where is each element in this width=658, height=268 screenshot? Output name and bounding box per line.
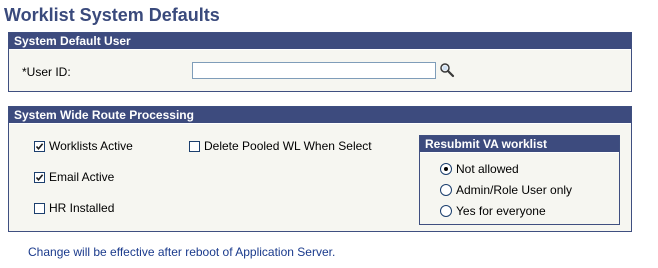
not-allowed-radio[interactable] — [440, 163, 452, 175]
page-title: Worklist System Defaults — [4, 5, 220, 25]
admin-role-label: Admin/Role User only — [456, 183, 573, 197]
route-processing-header: System Wide Route Processing — [9, 107, 631, 124]
yes-everyone-label: Yes for everyone — [456, 204, 546, 218]
hr-installed-option[interactable]: HR Installed — [34, 201, 114, 215]
delete-pooled-label: Delete Pooled WL When Select — [204, 139, 372, 153]
radio-option-admin-role[interactable]: Admin/Role User only — [440, 183, 572, 197]
email-active-label: Email Active — [49, 170, 115, 184]
radio-option-not-allowed[interactable]: Not allowed — [440, 162, 519, 176]
not-allowed-label: Not allowed — [456, 162, 519, 176]
email-active-checkbox[interactable] — [34, 171, 45, 183]
radio-option-yes-everyone[interactable]: Yes for everyone — [440, 204, 546, 218]
reboot-note: Change will be effective after reboot of… — [28, 245, 336, 259]
system-default-user-header: System Default User — [9, 33, 631, 50]
delete-pooled-checkbox[interactable] — [189, 140, 200, 152]
hr-installed-checkbox[interactable] — [34, 202, 45, 214]
magnifier-icon[interactable] — [439, 62, 455, 78]
system-default-user-group: System Default User *User ID: — [8, 32, 632, 92]
system-wide-route-processing-group: System Wide Route Processing Worklists A… — [8, 106, 632, 232]
resubmit-va-worklist-group: Resubmit VA worklist Not allowed Admin/R… — [419, 135, 620, 225]
worklists-active-option[interactable]: Worklists Active — [34, 139, 133, 153]
yes-everyone-radio[interactable] — [440, 205, 452, 217]
user-id-input[interactable] — [192, 62, 436, 79]
worklists-active-checkbox[interactable] — [34, 140, 45, 152]
resubmit-va-worklist-header: Resubmit VA worklist — [420, 136, 619, 153]
delete-pooled-option[interactable]: Delete Pooled WL When Select — [189, 139, 372, 153]
hr-installed-label: HR Installed — [49, 201, 115, 215]
email-active-option[interactable]: Email Active — [34, 170, 114, 184]
user-id-label: *User ID: — [22, 65, 71, 79]
admin-role-radio[interactable] — [440, 184, 452, 196]
worklists-active-label: Worklists Active — [49, 139, 133, 153]
